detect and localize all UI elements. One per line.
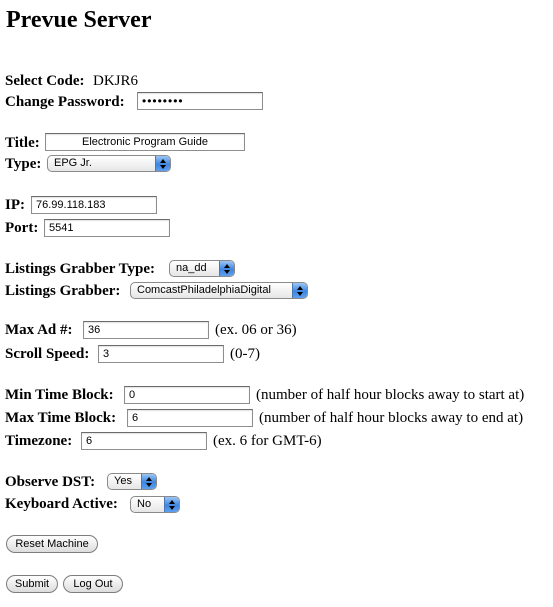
observe-dst-label: Observe DST: — [5, 474, 96, 490]
min-time-block-hint: (number of half hour blocks away to star… — [256, 387, 525, 403]
title-label: Title: — [5, 135, 40, 151]
chevron-updown-icon — [155, 156, 170, 171]
ip-label: IP: — [5, 197, 25, 213]
chevron-updown-icon — [141, 474, 156, 489]
keyboard-active-select[interactable]: No — [130, 496, 180, 513]
timezone-input[interactable] — [81, 432, 207, 450]
chevron-updown-icon — [219, 261, 234, 276]
select-code-label: Select Code: — [5, 73, 85, 89]
max-ad-input[interactable] — [83, 321, 209, 339]
keyboard-active-value: No — [137, 498, 152, 510]
timezone-hint: (ex. 6 for GMT-6) — [213, 433, 322, 449]
keyboard-active-label: Keyboard Active: — [5, 496, 118, 512]
min-time-block-label: Min Time Block: — [5, 387, 114, 403]
title-input[interactable] — [45, 133, 245, 151]
listings-grabber-value: ComcastPhiladelphiaDigital — [137, 284, 271, 296]
page-title: Prevue Server — [6, 7, 152, 33]
reset-machine-button[interactable]: Reset Machine — [6, 535, 98, 553]
listings-grabber-type-label: Listings Grabber Type: — [5, 261, 156, 277]
type-select[interactable]: EPG Jr. — [47, 155, 171, 172]
max-time-block-label: Max Time Block: — [5, 410, 117, 426]
type-select-value: EPG Jr. — [54, 157, 92, 169]
max-ad-label: Max Ad #: — [5, 322, 73, 338]
chevron-updown-icon — [292, 283, 307, 298]
scroll-speed-input[interactable] — [98, 345, 224, 363]
listings-grabber-select[interactable]: ComcastPhiladelphiaDigital — [130, 282, 308, 299]
max-ad-hint: (ex. 06 or 36) — [215, 322, 297, 338]
scroll-speed-hint: (0-7) — [230, 346, 260, 362]
scroll-speed-label: Scroll Speed: — [5, 346, 90, 362]
observe-dst-select[interactable]: Yes — [107, 473, 157, 490]
port-input[interactable] — [44, 219, 170, 237]
max-time-block-input[interactable] — [127, 409, 253, 427]
port-label: Port: — [5, 220, 39, 236]
log-out-button[interactable]: Log Out — [63, 575, 123, 593]
change-password-label: Change Password: — [5, 94, 125, 110]
chevron-updown-icon — [164, 497, 179, 512]
listings-grabber-type-value: na_dd — [176, 262, 207, 274]
change-password-input[interactable] — [137, 92, 263, 110]
type-label: Type: — [5, 156, 42, 172]
max-time-block-hint: (number of half hour blocks away to end … — [259, 410, 524, 426]
min-time-block-input[interactable] — [124, 386, 250, 404]
select-code-value: DKJR6 — [93, 73, 139, 89]
timezone-label: Timezone: — [5, 433, 73, 449]
observe-dst-value: Yes — [114, 475, 132, 487]
ip-input[interactable] — [31, 196, 157, 214]
listings-grabber-label: Listings Grabber: — [5, 283, 121, 299]
submit-button[interactable]: Submit — [6, 575, 58, 593]
listings-grabber-type-select[interactable]: na_dd — [169, 260, 235, 277]
